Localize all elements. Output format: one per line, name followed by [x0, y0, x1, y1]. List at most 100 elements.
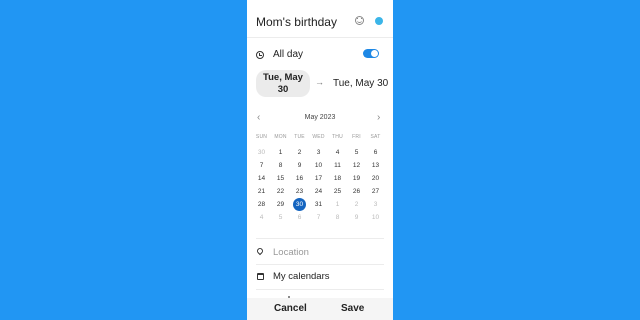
pin-icon: [255, 246, 265, 256]
day-number: 14: [257, 175, 266, 182]
day-number: 6: [297, 214, 302, 221]
all-day-toggle[interactable]: [363, 49, 379, 58]
calendar-day[interactable]: 18: [328, 172, 347, 185]
day-number: 22: [276, 188, 285, 195]
calendar-day[interactable]: 3: [309, 146, 328, 159]
calendar-day[interactable]: 21: [252, 185, 271, 198]
calendar-day[interactable]: 19: [347, 172, 366, 185]
calendar-day[interactable]: 17: [309, 172, 328, 185]
calendar-day[interactable]: 23: [290, 185, 309, 198]
location-row[interactable]: Location: [247, 240, 393, 264]
day-number: 18: [333, 175, 342, 182]
day-number: 24: [314, 188, 323, 195]
divider: [256, 238, 384, 239]
calendar-header: ‹ May 2023 ›: [247, 112, 393, 126]
start-date-line1: Tue, May: [263, 72, 303, 83]
action-bar: Cancel Save: [247, 298, 393, 320]
weekday-header: SUN MON TUE WED THU FRI SAT: [252, 134, 385, 142]
calendar-day[interactable]: 2: [347, 198, 366, 211]
divider: [256, 289, 384, 290]
calendar-day[interactable]: 31: [309, 198, 328, 211]
calendar-day[interactable]: 16: [290, 172, 309, 185]
calendar-grid: 30 1 2 3 4 5 6 7 8 9 10 11 12 13 14 15 16 17 18 19 20 21 22 23 2…: [252, 146, 385, 226]
end-date-button[interactable]: Tue, May 30: [333, 78, 388, 89]
calendar-day[interactable]: 9: [290, 159, 309, 172]
event-editor-panel: Mom's birthday All day Tue, May 30 → Tue…: [247, 0, 393, 320]
calendar-day[interactable]: 14: [252, 172, 271, 185]
calendar-icon: [257, 273, 264, 280]
day-number: 5: [354, 149, 359, 156]
day-number: 8: [335, 214, 340, 221]
calendar-day[interactable]: 5: [347, 146, 366, 159]
day-number: 1: [335, 201, 340, 208]
calendar-day[interactable]: 6: [290, 211, 309, 224]
calendar-day[interactable]: 6: [366, 146, 385, 159]
calendar-day[interactable]: 2: [290, 146, 309, 159]
calendar-day[interactable]: 15: [271, 172, 290, 185]
event-title-field[interactable]: Mom's birthday: [256, 15, 337, 29]
calendar-day[interactable]: 8: [328, 211, 347, 224]
all-day-label: All day: [273, 49, 304, 60]
calendars-row[interactable]: My calendars: [247, 265, 393, 289]
day-number: 30: [295, 201, 304, 208]
save-button[interactable]: Save: [341, 303, 364, 314]
calendar-day[interactable]: 4: [252, 211, 271, 224]
month-label: May 2023: [304, 114, 336, 121]
day-number: 16: [295, 175, 304, 182]
day-number: 5: [278, 214, 283, 221]
weekday-label: TUE: [294, 134, 305, 140]
day-number: 15: [276, 175, 285, 182]
calendar-day[interactable]: 30: [252, 146, 271, 159]
day-number: 9: [354, 214, 359, 221]
calendar-day[interactable]: 7: [309, 211, 328, 224]
day-number: 26: [352, 188, 361, 195]
smiley-icon[interactable]: [355, 16, 364, 25]
calendar-day[interactable]: 1: [271, 146, 290, 159]
calendar-day[interactable]: 1: [328, 198, 347, 211]
calendar-day-selected[interactable]: 30: [290, 198, 309, 211]
day-number: 2: [354, 201, 359, 208]
day-number: 8: [278, 162, 283, 169]
calendars-label: My calendars: [273, 271, 330, 282]
calendar-day[interactable]: 12: [347, 159, 366, 172]
day-number: 3: [316, 149, 321, 156]
calendar-day[interactable]: 13: [366, 159, 385, 172]
calendar-day[interactable]: 7: [252, 159, 271, 172]
day-number: 23: [295, 188, 304, 195]
calendar-day[interactable]: 29: [271, 198, 290, 211]
calendar-day[interactable]: 27: [366, 185, 385, 198]
calendar-day[interactable]: 11: [328, 159, 347, 172]
day-number: 9: [297, 162, 302, 169]
chevron-right-icon[interactable]: ›: [377, 112, 380, 123]
day-number: 10: [371, 214, 380, 221]
calendar-day[interactable]: 10: [309, 159, 328, 172]
calendar-day[interactable]: 8: [271, 159, 290, 172]
calendar-day[interactable]: 3: [366, 198, 385, 211]
calendar-day[interactable]: 28: [252, 198, 271, 211]
day-number: 20: [371, 175, 380, 182]
day-number: 3: [373, 201, 378, 208]
calendar-day[interactable]: 25: [328, 185, 347, 198]
start-date-button[interactable]: Tue, May 30: [256, 70, 310, 97]
calendar-day[interactable]: 9: [347, 211, 366, 224]
calendar-day[interactable]: 22: [271, 185, 290, 198]
day-number: 7: [316, 214, 321, 221]
calendar-day[interactable]: 10: [366, 211, 385, 224]
day-number: 19: [352, 175, 361, 182]
calendar-day[interactable]: 26: [347, 185, 366, 198]
day-number: 25: [333, 188, 342, 195]
day-number: 30: [257, 149, 266, 156]
calendar-day[interactable]: 4: [328, 146, 347, 159]
calendar-day[interactable]: 20: [366, 172, 385, 185]
calendar-day[interactable]: 24: [309, 185, 328, 198]
cancel-button[interactable]: Cancel: [274, 303, 307, 314]
calendar-day[interactable]: 5: [271, 211, 290, 224]
day-number: 6: [373, 149, 378, 156]
day-number: 4: [335, 149, 340, 156]
weekday-label: FRI: [352, 134, 361, 140]
day-number: 7: [259, 162, 264, 169]
day-number: 4: [259, 214, 264, 221]
title-row: Mom's birthday: [247, 0, 393, 38]
location-field[interactable]: Location: [273, 247, 309, 258]
color-picker-dot[interactable]: [375, 17, 383, 25]
